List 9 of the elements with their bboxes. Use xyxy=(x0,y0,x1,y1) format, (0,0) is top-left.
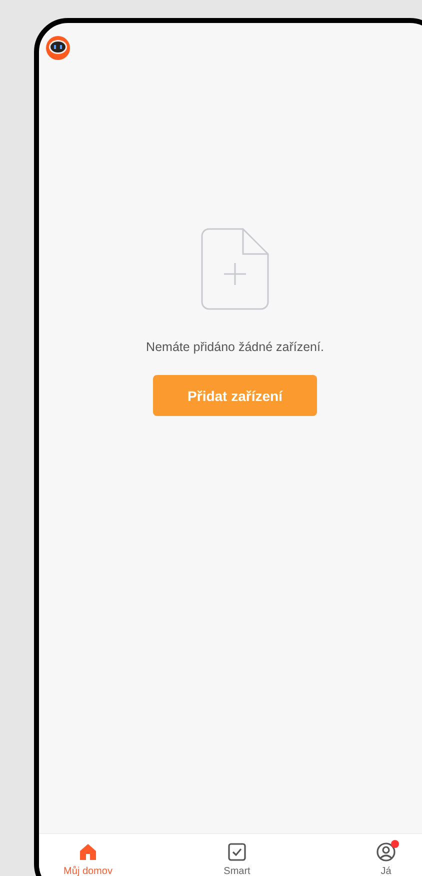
document-plus-icon xyxy=(201,228,269,310)
tab[interactable]: Já xyxy=(341,842,422,876)
robot-avatar-icon[interactable] xyxy=(45,35,71,61)
empty-message: Nemáte přidáno žádné zařízení. xyxy=(146,340,324,354)
home-icon xyxy=(78,842,98,862)
tab[interactable]: Smart xyxy=(192,842,282,876)
user-icon xyxy=(376,842,396,862)
tab[interactable]: Můj domov xyxy=(43,842,133,876)
checkbox-icon xyxy=(227,842,247,862)
